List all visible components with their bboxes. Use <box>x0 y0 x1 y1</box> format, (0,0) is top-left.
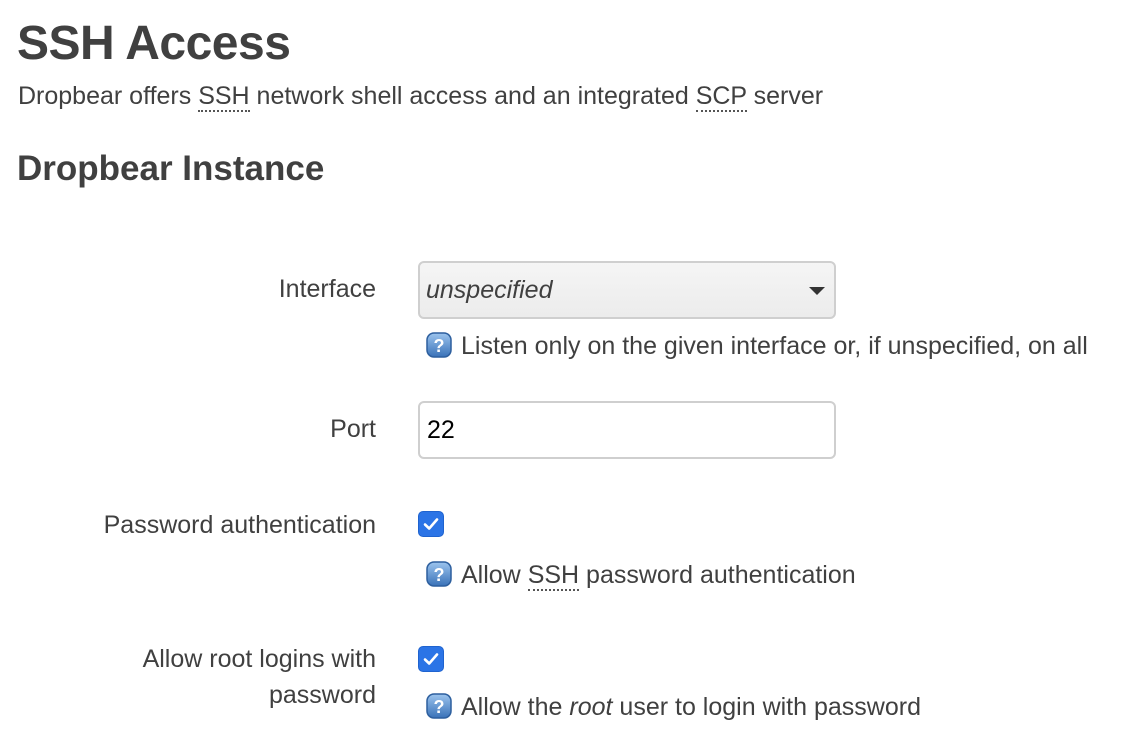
root-login-help: ? Allow the root user to login with pass… <box>425 692 921 722</box>
page-description: Dropbear offers SSH network shell access… <box>18 81 824 112</box>
interface-help: ? Listen only on the given interface or,… <box>425 331 1088 361</box>
help-question-icon: ? <box>426 332 452 359</box>
interface-help-text: Listen only on the given interface or, i… <box>461 332 1088 360</box>
page-title: SSH Access <box>17 17 291 70</box>
svg-text:?: ? <box>434 336 445 356</box>
interface-select[interactable]: unspecified <box>418 261 836 319</box>
port-label: Port <box>330 415 376 443</box>
root-login-label: Allow root logins with password <box>142 645 376 709</box>
root-login-help-start: Allow the <box>461 693 570 721</box>
password-auth-help-start: Allow <box>461 561 528 589</box>
root-login-checkbox[interactable] <box>418 646 444 672</box>
chevron-down-icon <box>809 287 825 295</box>
checkmark-icon <box>423 518 439 530</box>
root-login-help-end: user to login with password <box>612 693 921 721</box>
password-auth-label: Password authentication <box>103 511 376 539</box>
scp-abbreviation: SCP <box>695 82 747 112</box>
description-text-start: Dropbear offers <box>18 82 199 110</box>
svg-text:?: ? <box>434 697 445 717</box>
ssh-abbreviation: SSH <box>198 82 250 112</box>
svg-text:?: ? <box>434 565 445 585</box>
interface-label: Interface <box>278 275 376 303</box>
section-title: Dropbear Instance <box>17 149 325 188</box>
help-question-icon: ? <box>426 693 452 720</box>
port-input[interactable] <box>418 401 836 459</box>
checkmark-icon <box>423 653 439 665</box>
password-auth-help-end: password authentication <box>579 561 856 589</box>
password-auth-help: ? Allow SSH password authentication <box>425 560 856 591</box>
description-text-middle: network shell access and an integrated <box>249 82 696 110</box>
description-text-end: server <box>746 82 824 110</box>
interface-select-value: unspecified <box>426 276 553 304</box>
ssh-abbreviation: SSH <box>527 561 580 591</box>
root-user-emphasis: root <box>569 693 613 721</box>
password-auth-checkbox[interactable] <box>418 511 444 537</box>
help-question-icon: ? <box>426 561 452 588</box>
